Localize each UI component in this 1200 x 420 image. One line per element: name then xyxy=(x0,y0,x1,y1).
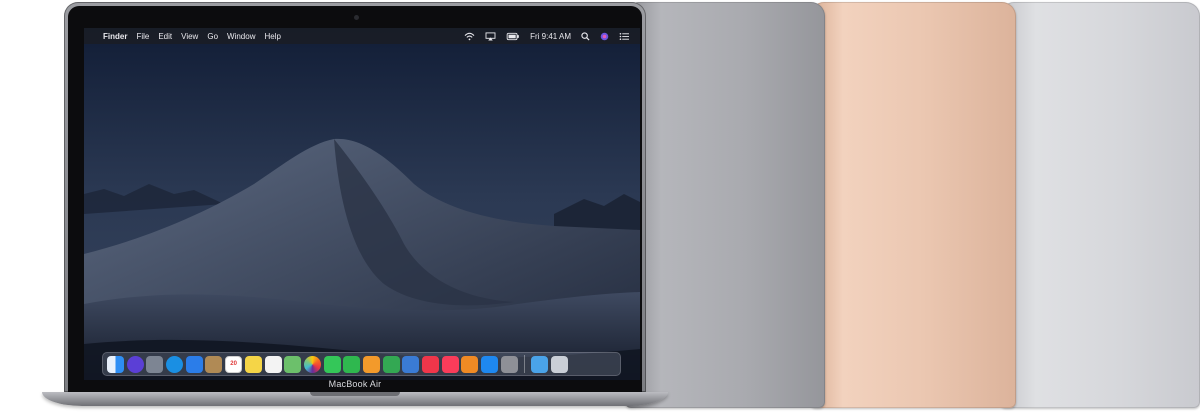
trash-icon[interactable] xyxy=(551,355,569,373)
laptop-display: Finder File Edit View Go Window Help Fri… xyxy=(64,2,646,392)
model-label: MacBook Air xyxy=(328,379,382,389)
display-bezel: Finder File Edit View Go Window Help Fri… xyxy=(68,6,642,392)
folder-icon[interactable] xyxy=(531,355,549,373)
reminders-icon[interactable] xyxy=(264,355,282,373)
camera-icon xyxy=(354,15,359,20)
screen: Finder File Edit View Go Window Help Fri… xyxy=(84,28,640,380)
menu-bar: Finder File Edit View Go Window Help Fri… xyxy=(84,28,640,44)
lid-opening-notch xyxy=(310,392,400,396)
launchpad-icon[interactable] xyxy=(146,355,164,373)
desktop-wallpaper xyxy=(84,44,640,380)
calendar-icon[interactable]: 20 xyxy=(225,355,243,373)
airplay-icon[interactable] xyxy=(485,31,496,41)
pages-icon[interactable] xyxy=(362,355,380,373)
facetime-icon[interactable] xyxy=(343,355,361,373)
contacts-icon[interactable] xyxy=(205,355,223,373)
menu-help[interactable]: Help xyxy=(264,32,280,41)
photos-icon[interactable] xyxy=(303,355,321,373)
siri-icon[interactable] xyxy=(126,355,144,373)
gold-lid xyxy=(810,2,1016,408)
music-icon[interactable] xyxy=(441,355,459,373)
menu-edit[interactable]: Edit xyxy=(158,32,172,41)
menu-window[interactable]: Window xyxy=(227,32,255,41)
siri-menu-icon[interactable] xyxy=(600,32,609,41)
news-icon[interactable] xyxy=(422,355,439,373)
safari-icon[interactable] xyxy=(166,355,184,373)
keynote-icon[interactable] xyxy=(402,355,420,373)
finder-icon[interactable] xyxy=(107,355,124,373)
spotlight-search-icon[interactable] xyxy=(581,31,590,41)
wifi-icon[interactable] xyxy=(464,32,475,41)
space-gray-lid xyxy=(625,2,825,408)
app-menu-finder[interactable]: Finder xyxy=(103,32,127,41)
books-icon[interactable] xyxy=(461,355,479,373)
status-menus: Fri 9:41 AM xyxy=(464,32,640,41)
menu-file[interactable]: File xyxy=(136,32,149,41)
menu-clock[interactable]: Fri 9:41 AM xyxy=(530,32,571,41)
messages-icon[interactable] xyxy=(323,355,341,373)
menu-view[interactable]: View xyxy=(181,32,198,41)
mail-icon[interactable] xyxy=(185,355,203,373)
notes-icon[interactable] xyxy=(244,355,262,373)
maps-icon[interactable] xyxy=(284,355,302,373)
system-preferences-icon[interactable] xyxy=(500,355,518,373)
dock: 20 xyxy=(102,352,621,376)
product-lineup: Finder File Edit View Go Window Help Fri… xyxy=(0,0,1200,420)
dock-separator xyxy=(524,355,526,373)
menu-go[interactable]: Go xyxy=(207,32,218,41)
numbers-icon[interactable] xyxy=(382,355,400,373)
notification-center-icon[interactable] xyxy=(619,32,630,41)
laptop-base xyxy=(42,392,668,406)
app-store-icon[interactable] xyxy=(481,355,499,373)
battery-icon[interactable] xyxy=(506,32,520,41)
silver-lid xyxy=(1000,2,1200,408)
